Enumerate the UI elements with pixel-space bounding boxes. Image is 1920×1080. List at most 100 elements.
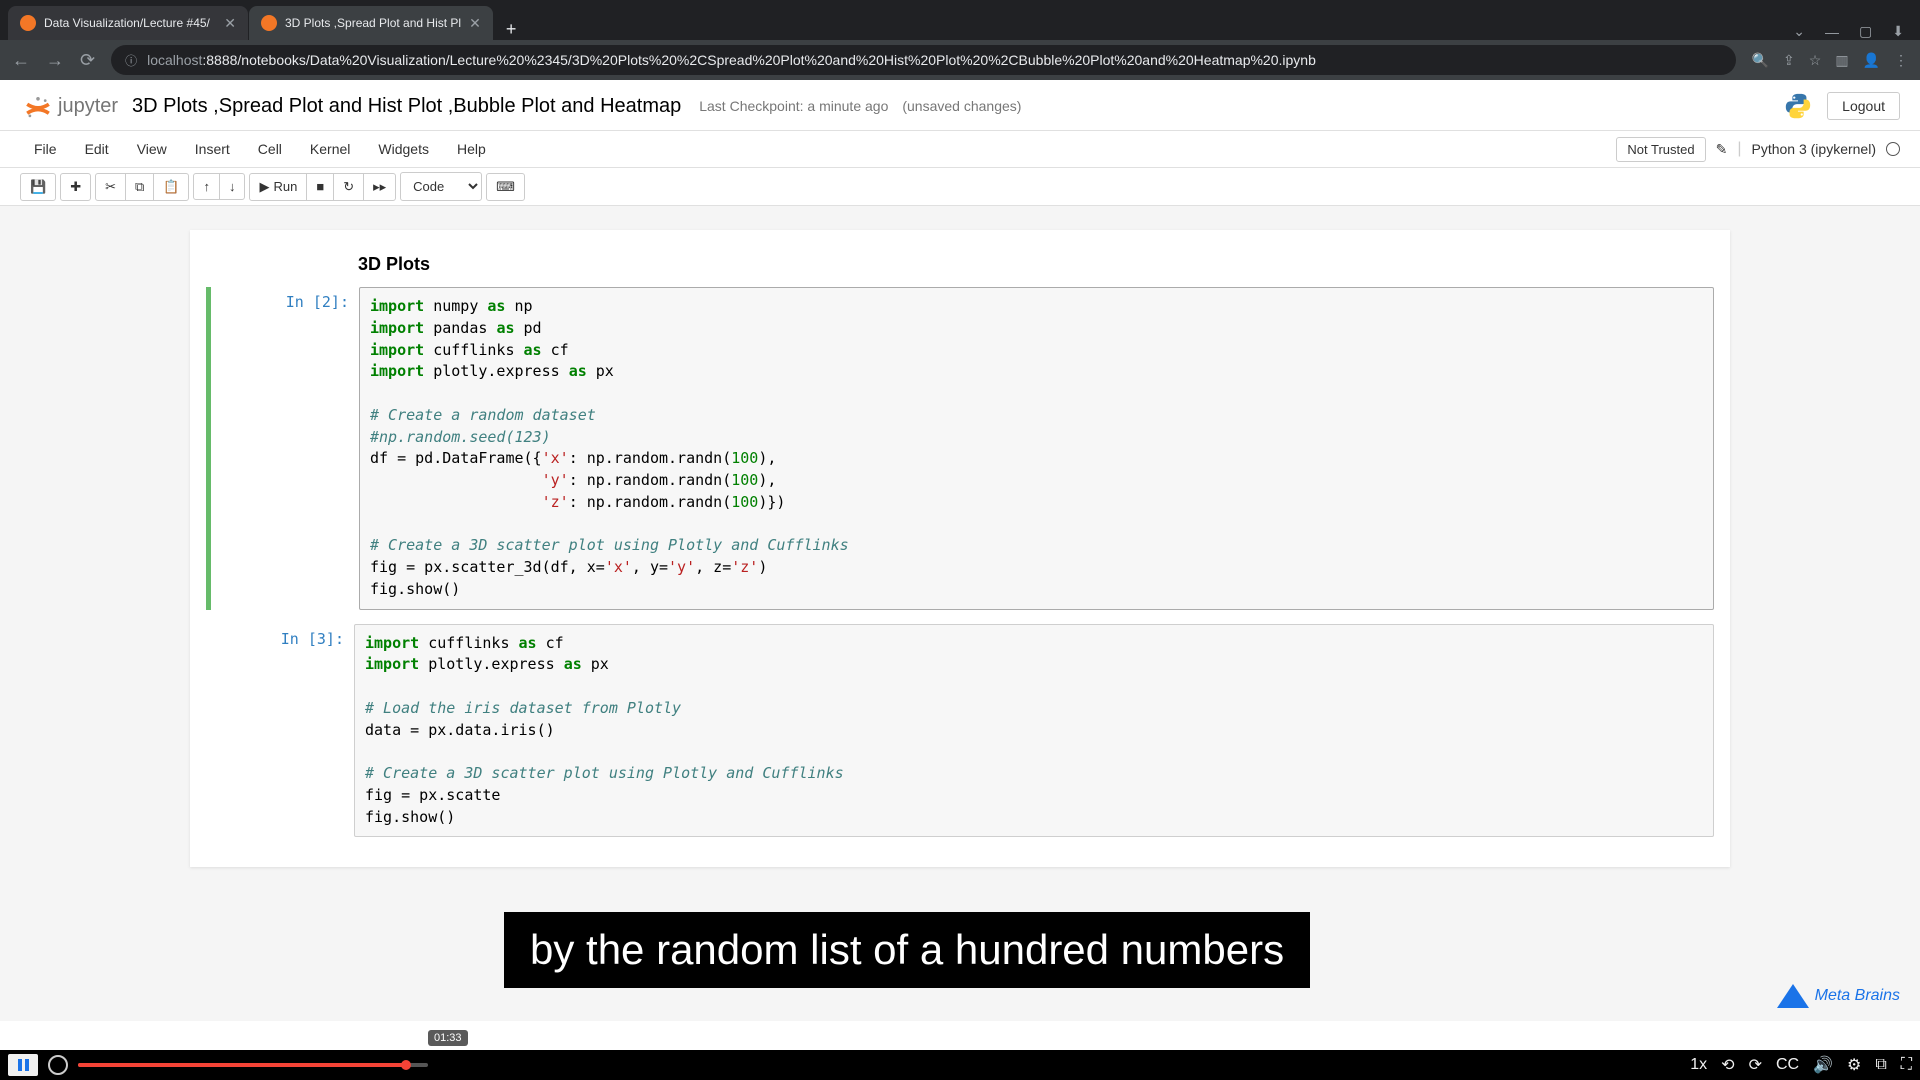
- menu-edit[interactable]: Edit: [71, 135, 123, 163]
- menubar: File Edit View Insert Cell Kernel Widget…: [0, 131, 1920, 168]
- restart-button[interactable]: ↻: [333, 173, 364, 201]
- unsaved-text: (unsaved changes): [902, 98, 1021, 114]
- code-content-1[interactable]: import numpy as np import pandas as pd i…: [370, 296, 1703, 601]
- progress-fill: [78, 1063, 407, 1067]
- url-path: :8888/notebooks/Data%20Visualization/Lec…: [202, 52, 1316, 68]
- save-button[interactable]: 💾: [20, 173, 56, 201]
- pip-icon[interactable]: ⧉: [1875, 1056, 1886, 1074]
- run-button[interactable]: ▶Run: [249, 173, 307, 201]
- checkpoint-text: Last Checkpoint: a minute ago: [699, 98, 888, 114]
- maximize-icon[interactable]: ▢: [1859, 23, 1872, 40]
- jupyter-logo-text: jupyter: [58, 95, 118, 118]
- menu-icon[interactable]: ⋮: [1894, 52, 1908, 69]
- notebook-title[interactable]: 3D Plots ,Spread Plot and Hist Plot ,Bub…: [132, 95, 681, 118]
- move-down-button[interactable]: ↓: [219, 173, 246, 200]
- progress-thumb[interactable]: [401, 1060, 411, 1070]
- logout-button[interactable]: Logout: [1827, 92, 1900, 120]
- cell-prompt-2: In [3]:: [206, 624, 354, 838]
- back-icon[interactable]: ←: [12, 50, 30, 71]
- window-controls: ⌄ — ▢ ⬇: [1793, 23, 1920, 40]
- closed-caption-icon[interactable]: CC: [1776, 1056, 1799, 1074]
- notebook-area[interactable]: 3D Plots In [2]: import numpy as np impo…: [0, 206, 1920, 1021]
- notebook-container: 3D Plots In [2]: import numpy as np impo…: [190, 230, 1730, 867]
- settings-icon[interactable]: ⚙: [1847, 1055, 1861, 1075]
- watermark-text: Meta Brains: [1815, 987, 1900, 1005]
- progress-bar[interactable]: [78, 1063, 428, 1067]
- browser-toolbar: ← → ⟳ ⓘ localhost:8888/notebooks/Data%20…: [0, 40, 1920, 80]
- profile-icon[interactable]: 👤: [1863, 52, 1880, 69]
- speed-icon[interactable]: 1x: [1690, 1056, 1707, 1074]
- cell-prompt-1: In [2]:: [211, 287, 359, 610]
- code-cell-1[interactable]: In [2]: import numpy as np import pandas…: [206, 287, 1714, 610]
- browser-actions: 🔍 ⇪ ☆ ▥ 👤 ⋮: [1752, 52, 1908, 69]
- time-tooltip: 01:33: [428, 1030, 468, 1046]
- menu-widgets[interactable]: Widgets: [364, 135, 443, 163]
- move-up-button[interactable]: ↑: [193, 173, 220, 200]
- watermark: Meta Brains: [1777, 984, 1900, 1008]
- download-icon[interactable]: ⬇: [1892, 23, 1904, 40]
- cell-type-select[interactable]: Code: [400, 172, 482, 201]
- toolbar: 💾 ✚ ✂ ⧉ 📋 ↑ ↓ ▶Run ■ ↻ ▸▸ Code ⌨: [0, 168, 1920, 206]
- jupyter-logo[interactable]: jupyter: [20, 88, 118, 124]
- text-cell-heading[interactable]: 3D Plots: [206, 246, 1714, 287]
- chevron-down-icon[interactable]: ⌄: [1793, 23, 1805, 40]
- run-label: Run: [273, 179, 297, 194]
- browser-tab-strip: Data Visualization/Lecture #45/ ✕ 3D Plo…: [0, 0, 1920, 40]
- menu-view[interactable]: View: [123, 135, 181, 163]
- kernel-name[interactable]: Python 3 (ipykernel): [1751, 141, 1876, 157]
- stop-button[interactable]: ■: [306, 173, 334, 201]
- menu-help[interactable]: Help: [443, 135, 500, 163]
- cell-input-2[interactable]: import cufflinks as cf import plotly.exp…: [354, 624, 1714, 838]
- fullscreen-icon[interactable]: ⛶: [1901, 1056, 1912, 1074]
- kernel-status-icon: [1886, 142, 1900, 156]
- browser-tab-0[interactable]: Data Visualization/Lecture #45/ ✕: [8, 6, 248, 40]
- menu-file[interactable]: File: [20, 135, 71, 163]
- menu-cell[interactable]: Cell: [244, 135, 296, 163]
- jupyter-header: jupyter 3D Plots ,Spread Plot and Hist P…: [0, 80, 1920, 131]
- new-tab-button[interactable]: +: [494, 19, 529, 40]
- jupyter-favicon: [20, 15, 36, 31]
- video-player-bar: 1x ⟲ ⟳ CC 🔊 ⚙ ⧉ ⛶: [0, 1050, 1920, 1080]
- tab-title-1: 3D Plots ,Spread Plot and Hist Pl: [285, 16, 461, 30]
- share-icon[interactable]: ⇪: [1783, 52, 1795, 69]
- volume-icon[interactable]: 🔊: [1813, 1055, 1833, 1075]
- menu-kernel[interactable]: Kernel: [296, 135, 364, 163]
- python-logo-icon: [1783, 91, 1813, 121]
- add-cell-button[interactable]: ✚: [60, 173, 91, 201]
- minimize-icon[interactable]: —: [1825, 24, 1839, 40]
- cut-button[interactable]: ✂: [95, 173, 126, 201]
- not-trusted-badge[interactable]: Not Trusted: [1616, 137, 1705, 162]
- reload-icon[interactable]: ⟳: [80, 50, 95, 71]
- url-host: localhost: [147, 52, 202, 68]
- watermark-icon: [1777, 984, 1809, 1008]
- forward-icon[interactable]: →: [46, 50, 64, 71]
- fast-forward-button[interactable]: ▸▸: [363, 173, 396, 201]
- edit-icon[interactable]: ✎: [1716, 141, 1728, 158]
- rewind-icon[interactable]: ⟲: [1721, 1055, 1734, 1075]
- code-content-2[interactable]: import cufflinks as cf import plotly.exp…: [365, 633, 1703, 829]
- copy-button[interactable]: ⧉: [125, 173, 154, 201]
- tab-title-0: Data Visualization/Lecture #45/: [44, 16, 216, 30]
- menu-insert[interactable]: Insert: [181, 135, 244, 163]
- close-icon[interactable]: ✕: [469, 15, 481, 32]
- jupyter-favicon: [261, 15, 277, 31]
- forward-icon[interactable]: ⟳: [1749, 1055, 1762, 1075]
- bookmark-icon[interactable]: ☆: [1809, 52, 1822, 69]
- heading-text: 3D Plots: [358, 254, 1714, 275]
- menubar-right: Not Trusted ✎ | Python 3 (ipykernel): [1616, 137, 1900, 162]
- video-caption: by the random list of a hundred numbers: [504, 912, 1310, 988]
- pause-button[interactable]: [8, 1054, 38, 1076]
- zoom-icon[interactable]: 🔍: [1752, 52, 1769, 69]
- site-info-icon[interactable]: ⓘ: [125, 52, 137, 69]
- search-icon[interactable]: [48, 1055, 68, 1075]
- paste-button[interactable]: 📋: [153, 173, 189, 201]
- side-panel-icon[interactable]: ▥: [1835, 52, 1848, 69]
- cell-input-1[interactable]: import numpy as np import pandas as pd i…: [359, 287, 1714, 610]
- command-palette-button[interactable]: ⌨: [486, 173, 525, 201]
- page-content: jupyter 3D Plots ,Spread Plot and Hist P…: [0, 80, 1920, 1050]
- browser-tab-1[interactable]: 3D Plots ,Spread Plot and Hist Pl ✕: [249, 6, 493, 40]
- close-icon[interactable]: ✕: [224, 15, 236, 32]
- player-controls-right: 1x ⟲ ⟳ CC 🔊 ⚙ ⧉ ⛶: [1690, 1055, 1912, 1075]
- address-bar[interactable]: ⓘ localhost:8888/notebooks/Data%20Visual…: [111, 45, 1736, 75]
- code-cell-2[interactable]: In [3]: import cufflinks as cf import pl…: [206, 624, 1714, 838]
